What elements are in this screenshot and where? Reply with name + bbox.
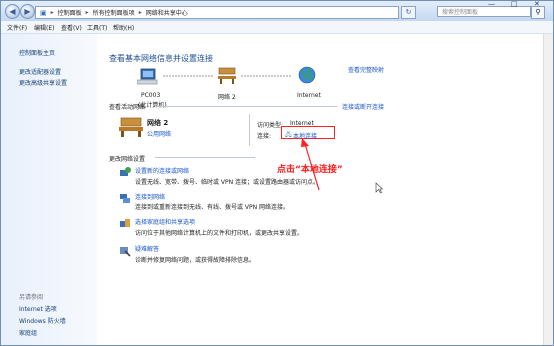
title-bar: ◀ ▶ ▣ ▸ 控制面板 ▸ 所有控制面板项 ▸ 网络和共享中心 ↻ 搜索控制面… bbox=[1, 1, 553, 21]
sidebar-item-adapter-settings[interactable]: 更改适配器设置 bbox=[19, 67, 61, 76]
mouse-cursor-icon bbox=[375, 182, 383, 194]
scrollbar[interactable] bbox=[543, 34, 553, 345]
menu-file[interactable]: 文件(F) bbox=[7, 23, 27, 32]
annotation-label: 点击“本地连接” bbox=[277, 165, 343, 175]
divider bbox=[155, 157, 255, 158]
bench-icon[interactable] bbox=[218, 67, 236, 84]
connect-network-icon bbox=[120, 194, 130, 203]
menu-tools[interactable]: 工具(T) bbox=[87, 23, 107, 32]
forward-icon[interactable]: ▶ bbox=[20, 4, 35, 19]
task-setup-connection-desc: 设置无线、宽带、拨号、临时或 VPN 连接；或设置路由器或访问点。 bbox=[135, 179, 320, 186]
control-panel-window: ◀ ▶ ▣ ▸ 控制面板 ▸ 所有控制面板项 ▸ 网络和共享中心 ↻ 搜索控制面… bbox=[0, 0, 554, 346]
vertical-divider bbox=[249, 114, 250, 146]
globe-icon[interactable] bbox=[298, 66, 316, 84]
homegroup-icon bbox=[120, 219, 130, 227]
active-network-name: 网络 2 bbox=[147, 119, 169, 127]
active-networks-title: 查看活动网络 bbox=[109, 104, 146, 111]
refresh-icon[interactable]: ↻ bbox=[401, 6, 416, 19]
close-button[interactable]: ✕ bbox=[534, 1, 540, 8]
breadcrumb-separator: ▸ bbox=[85, 9, 89, 16]
network-map bbox=[137, 66, 316, 85]
task-connect-network-desc: 连接到或重新连接到无线、有线、拨号或 VPN 网络连接。 bbox=[135, 204, 290, 211]
task-homegroup-sharing[interactable]: 选择家庭组和共享选项 bbox=[135, 217, 195, 226]
breadcrumb-network-center[interactable]: 网络和共享中心 bbox=[146, 8, 188, 17]
network-folder-icon: ▣ bbox=[40, 8, 47, 17]
sidebar-item-firewall[interactable]: Windows 防火墙 bbox=[19, 316, 66, 325]
breadcrumb-separator: ▸ bbox=[138, 9, 142, 16]
divider bbox=[155, 106, 337, 107]
task-troubleshoot-desc: 诊断并修复网络问题，或获得故障排除信息。 bbox=[135, 257, 256, 264]
access-type-label: 访问类型: bbox=[257, 122, 284, 129]
menu-view[interactable]: 查看(V) bbox=[61, 23, 82, 32]
sidebar-item-home[interactable]: 控制面板主页 bbox=[19, 48, 55, 57]
breadcrumb-separator: ▸ bbox=[50, 9, 54, 16]
sidebar: 控制面板主页 更改适配器设置 更改高级共享设置 另请参阅 Internet 选项… bbox=[1, 34, 97, 345]
main-content: 查看基本网络信息并设置连接 查看完整映射 PC003 (此计算机) 网络 2 I… bbox=[97, 34, 553, 345]
change-settings-title: 更改网络设置 bbox=[109, 156, 146, 163]
troubleshoot-icon bbox=[120, 247, 131, 257]
network-adapter-icon: 🖧 bbox=[285, 131, 292, 138]
task-troubleshoot[interactable]: 疑难解答 bbox=[135, 244, 159, 253]
task-homegroup-sharing-desc: 访问位于其他网络计算机上的文件和打印机，或更改共享设置。 bbox=[135, 230, 304, 237]
network-label: 网络 2 bbox=[218, 94, 236, 101]
menu-help[interactable]: 帮助(H) bbox=[113, 23, 134, 32]
computer-icon[interactable] bbox=[137, 68, 158, 85]
minimize-button[interactable]: — bbox=[488, 1, 495, 8]
connect-disconnect-link[interactable]: 连接或断开连接 bbox=[342, 102, 384, 111]
see-also-title: 另请参阅 bbox=[19, 294, 44, 301]
menu-edit[interactable]: 编辑(E) bbox=[34, 23, 54, 32]
view-full-map-link[interactable]: 查看完整映射 bbox=[348, 65, 384, 74]
menu-bar: 文件(F) 编辑(E) 查看(V) 工具(T) 帮助(H) bbox=[1, 21, 553, 34]
maximize-button[interactable]: □ bbox=[511, 1, 518, 8]
breadcrumb-control-panel[interactable]: 控制面板 bbox=[58, 8, 82, 17]
address-bar[interactable]: ▣ ▸ 控制面板 ▸ 所有控制面板项 ▸ 网络和共享中心 bbox=[35, 6, 399, 19]
page-title: 查看基本网络信息并设置连接 bbox=[109, 54, 213, 63]
new-connection-icon bbox=[120, 167, 131, 176]
computer-name: PC003 bbox=[141, 92, 161, 99]
connections-label: 连接: bbox=[257, 133, 272, 140]
task-setup-connection[interactable]: 设置新的连接或网络 bbox=[135, 166, 189, 175]
breadcrumb-all-items[interactable]: 所有控制面板项 bbox=[93, 8, 135, 17]
sidebar-item-internet-options[interactable]: Internet 选项 bbox=[19, 304, 57, 313]
internet-label: Internet bbox=[297, 92, 321, 99]
back-icon[interactable]: ◀ bbox=[5, 4, 20, 19]
task-connect-network[interactable]: 连接到网络 bbox=[135, 192, 165, 201]
network-type-link[interactable]: 公用网络 bbox=[147, 129, 171, 138]
sidebar-item-homegroup[interactable]: 家庭组 bbox=[19, 328, 37, 337]
bench-icon bbox=[119, 117, 143, 137]
sidebar-item-advanced-sharing[interactable]: 更改高级共享设置 bbox=[19, 78, 67, 87]
